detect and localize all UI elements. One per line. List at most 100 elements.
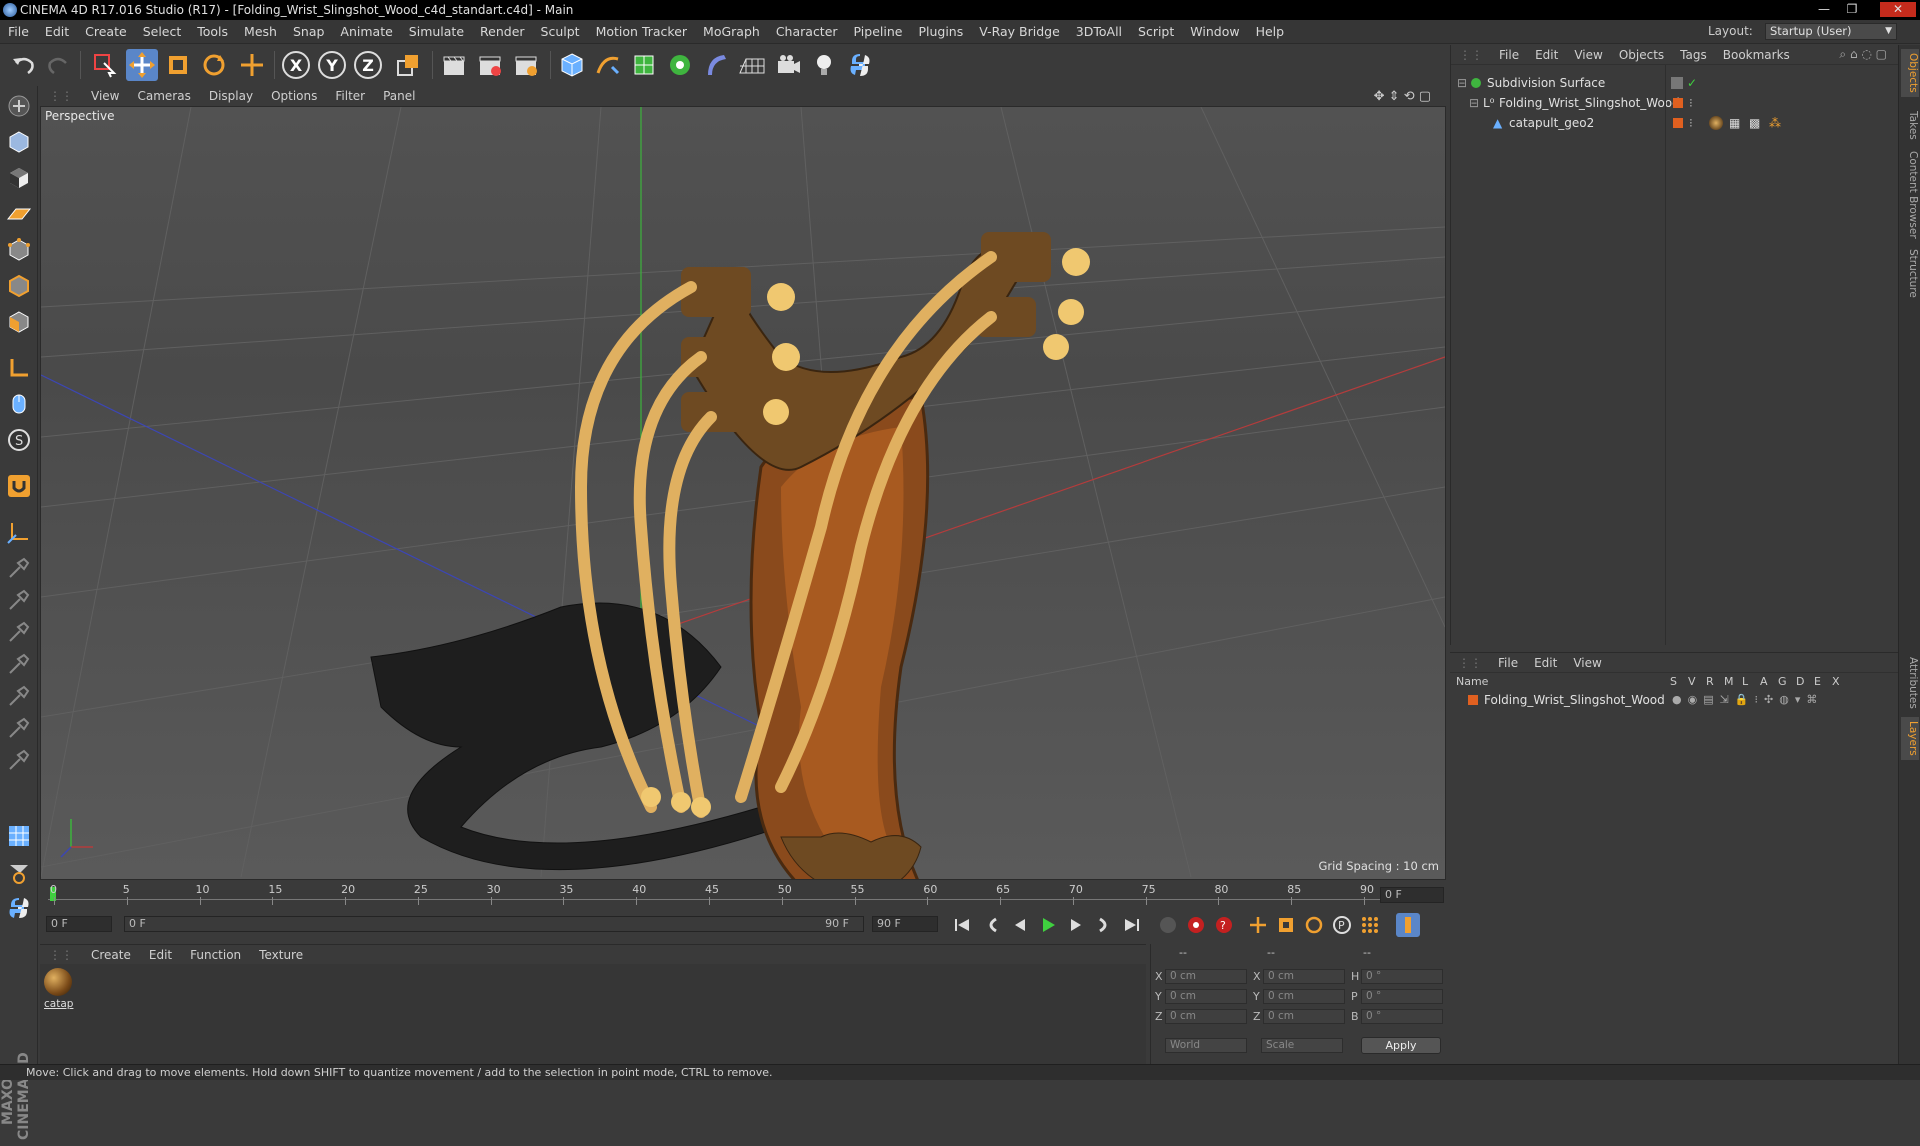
layer-col-solo[interactable]: S [1670, 675, 1677, 688]
layer-col-animation[interactable]: A [1760, 675, 1768, 688]
menu-tools[interactable]: Tools [189, 24, 236, 39]
enabled-check-icon[interactable]: ✓ [1687, 73, 1697, 93]
key-pla-button[interactable] [1358, 913, 1382, 937]
minimize-button[interactable]: — [1812, 2, 1836, 17]
workplane-axis-button[interactable] [5, 518, 33, 546]
model-mode-button[interactable] [5, 128, 33, 156]
start-frame-field[interactable]: 0 F [46, 916, 112, 932]
close-button[interactable]: ✕ [1880, 2, 1916, 17]
brush-tool-6[interactable] [5, 714, 33, 742]
object-row[interactable]: ⊟ L⁰ Folding_Wrist_Slingshot_Wood ⁝ [1451, 93, 1899, 113]
material-tag-icon[interactable] [1709, 116, 1723, 130]
add-light-button[interactable] [808, 49, 840, 81]
size-x-field[interactable]: 0 cm [1263, 969, 1345, 984]
workplane-mode-button[interactable] [5, 200, 33, 228]
y-axis-lock-button[interactable]: Y [318, 51, 346, 79]
play-button[interactable] [1036, 913, 1060, 937]
menu-window[interactable]: Window [1182, 24, 1247, 39]
texture-paint-button[interactable] [5, 822, 33, 850]
viewport-navigation-icons[interactable]: ✥ ⇕ ⟲ ▢ [1365, 89, 1440, 104]
magnet-button[interactable] [5, 472, 33, 500]
menu-mesh[interactable]: Mesh [236, 24, 285, 39]
objects-menu-view[interactable]: View [1566, 48, 1610, 62]
viewport-menu-panel[interactable]: Panel [374, 89, 424, 103]
previous-key-button[interactable] [980, 913, 1004, 937]
auto-keyframing-button[interactable] [1184, 913, 1208, 937]
brush-tool-5[interactable] [5, 682, 33, 710]
size-z-field[interactable]: 0 cm [1263, 1009, 1345, 1024]
position-z-field[interactable]: 0 cm [1165, 1009, 1247, 1024]
objects-menu-file[interactable]: File [1491, 48, 1527, 62]
next-frame-button[interactable] [1064, 913, 1088, 937]
visibility-dots-icon[interactable]: ⁝ [1689, 93, 1693, 113]
menu-edit[interactable]: Edit [37, 24, 77, 39]
menu-create[interactable]: Create [77, 24, 135, 39]
viewport-menu-view[interactable]: View [82, 89, 128, 103]
add-camera-button[interactable] [772, 49, 804, 81]
make-editable-button[interactable] [5, 92, 33, 120]
material-swatch[interactable]: catap [44, 968, 73, 1010]
layer-col-generators[interactable]: G [1778, 675, 1787, 688]
python-script-button[interactable] [5, 894, 33, 922]
current-frame-field[interactable]: 0 F [1380, 887, 1444, 903]
layer-col-manager[interactable]: M [1724, 675, 1734, 688]
key-scale-button[interactable] [1274, 913, 1298, 937]
menu-sculpt[interactable]: Sculpt [533, 24, 588, 39]
points-mode-button[interactable] [5, 236, 33, 264]
restore-button[interactable]: ❐ [1840, 2, 1864, 17]
object-row[interactable]: ▲ catapult_geo2 ⁝ ▦ ▩ ⁂ [1451, 113, 1899, 133]
material-menu-create[interactable]: Create [82, 948, 140, 962]
end-frame-field[interactable]: 90 F [872, 916, 938, 932]
scale-tool-button[interactable] [162, 49, 194, 81]
edges-mode-button[interactable] [5, 272, 33, 300]
layer-col-deformers[interactable]: D [1796, 675, 1804, 688]
timeline-ruler[interactable]: 0 5 10 15 20 25 30 35 40 45 50 55 60 65 70 75 80 85 90 0 F [40, 881, 1446, 909]
tab-structure[interactable]: Structure [1901, 245, 1919, 302]
tab-layers[interactable]: Layers [1901, 717, 1919, 760]
key-position-button[interactable] [1246, 913, 1270, 937]
render-picture-viewer-button[interactable] [474, 49, 506, 81]
menu-character[interactable]: Character [768, 24, 846, 39]
layer-col-view[interactable]: V [1688, 675, 1696, 688]
object-visibility-icon[interactable] [1671, 77, 1683, 89]
apply-button[interactable]: Apply [1361, 1037, 1441, 1054]
coordinate-space-select[interactable]: World [1165, 1038, 1247, 1053]
checker-tag-icon[interactable]: ▩ [1749, 113, 1760, 133]
layer-color-swatch[interactable] [1468, 695, 1478, 705]
previous-frame-button[interactable] [1008, 913, 1032, 937]
texture-mode-button[interactable] [5, 164, 33, 192]
viewport-menu-options[interactable]: Options [262, 89, 326, 103]
collapse-icon[interactable]: ⊟ [1457, 73, 1467, 93]
position-x-field[interactable]: 0 cm [1165, 969, 1247, 984]
objects-menu-edit[interactable]: Edit [1527, 48, 1566, 62]
viewport-menu-filter[interactable]: Filter [326, 89, 374, 103]
menu-vray-bridge[interactable]: V-Ray Bridge [971, 24, 1068, 39]
rotation-h-field[interactable]: 0 ° [1361, 969, 1443, 984]
redo-button[interactable] [42, 49, 74, 81]
position-y-field[interactable]: 0 cm [1165, 989, 1247, 1004]
z-axis-lock-button[interactable]: Z [354, 51, 382, 79]
size-y-field[interactable]: 0 cm [1263, 989, 1345, 1004]
add-nurbs-button[interactable] [628, 49, 660, 81]
layers-menu-view[interactable]: View [1565, 656, 1609, 670]
coordinate-system-button[interactable] [392, 49, 424, 81]
axis-mode-button[interactable] [5, 354, 33, 382]
layer-col-xref[interactable]: X [1832, 675, 1840, 688]
material-menu-texture[interactable]: Texture [250, 948, 312, 962]
add-deformer-button[interactable] [700, 49, 732, 81]
add-cube-button[interactable] [556, 49, 588, 81]
tweak-mode-button[interactable] [5, 390, 33, 418]
add-environment-button[interactable] [736, 49, 768, 81]
sculpt-button[interactable] [5, 858, 33, 886]
layer-col-render[interactable]: R [1706, 675, 1714, 688]
objects-menu-bookmarks[interactable]: Bookmarks [1715, 48, 1798, 62]
keyframe-selection-button[interactable]: ? [1212, 913, 1236, 937]
menu-help[interactable]: Help [1248, 24, 1293, 39]
visibility-dots-icon[interactable]: ⁝ [1689, 113, 1693, 133]
menu-snap[interactable]: Snap [285, 24, 332, 39]
rotation-p-field[interactable]: 0 ° [1361, 989, 1443, 1004]
uvw-tag-icon[interactable]: ▦ [1729, 113, 1740, 133]
menu-3dtoall[interactable]: 3DToAll [1068, 24, 1130, 39]
move-tool-button[interactable] [126, 49, 158, 81]
material-menu-function[interactable]: Function [181, 948, 250, 962]
